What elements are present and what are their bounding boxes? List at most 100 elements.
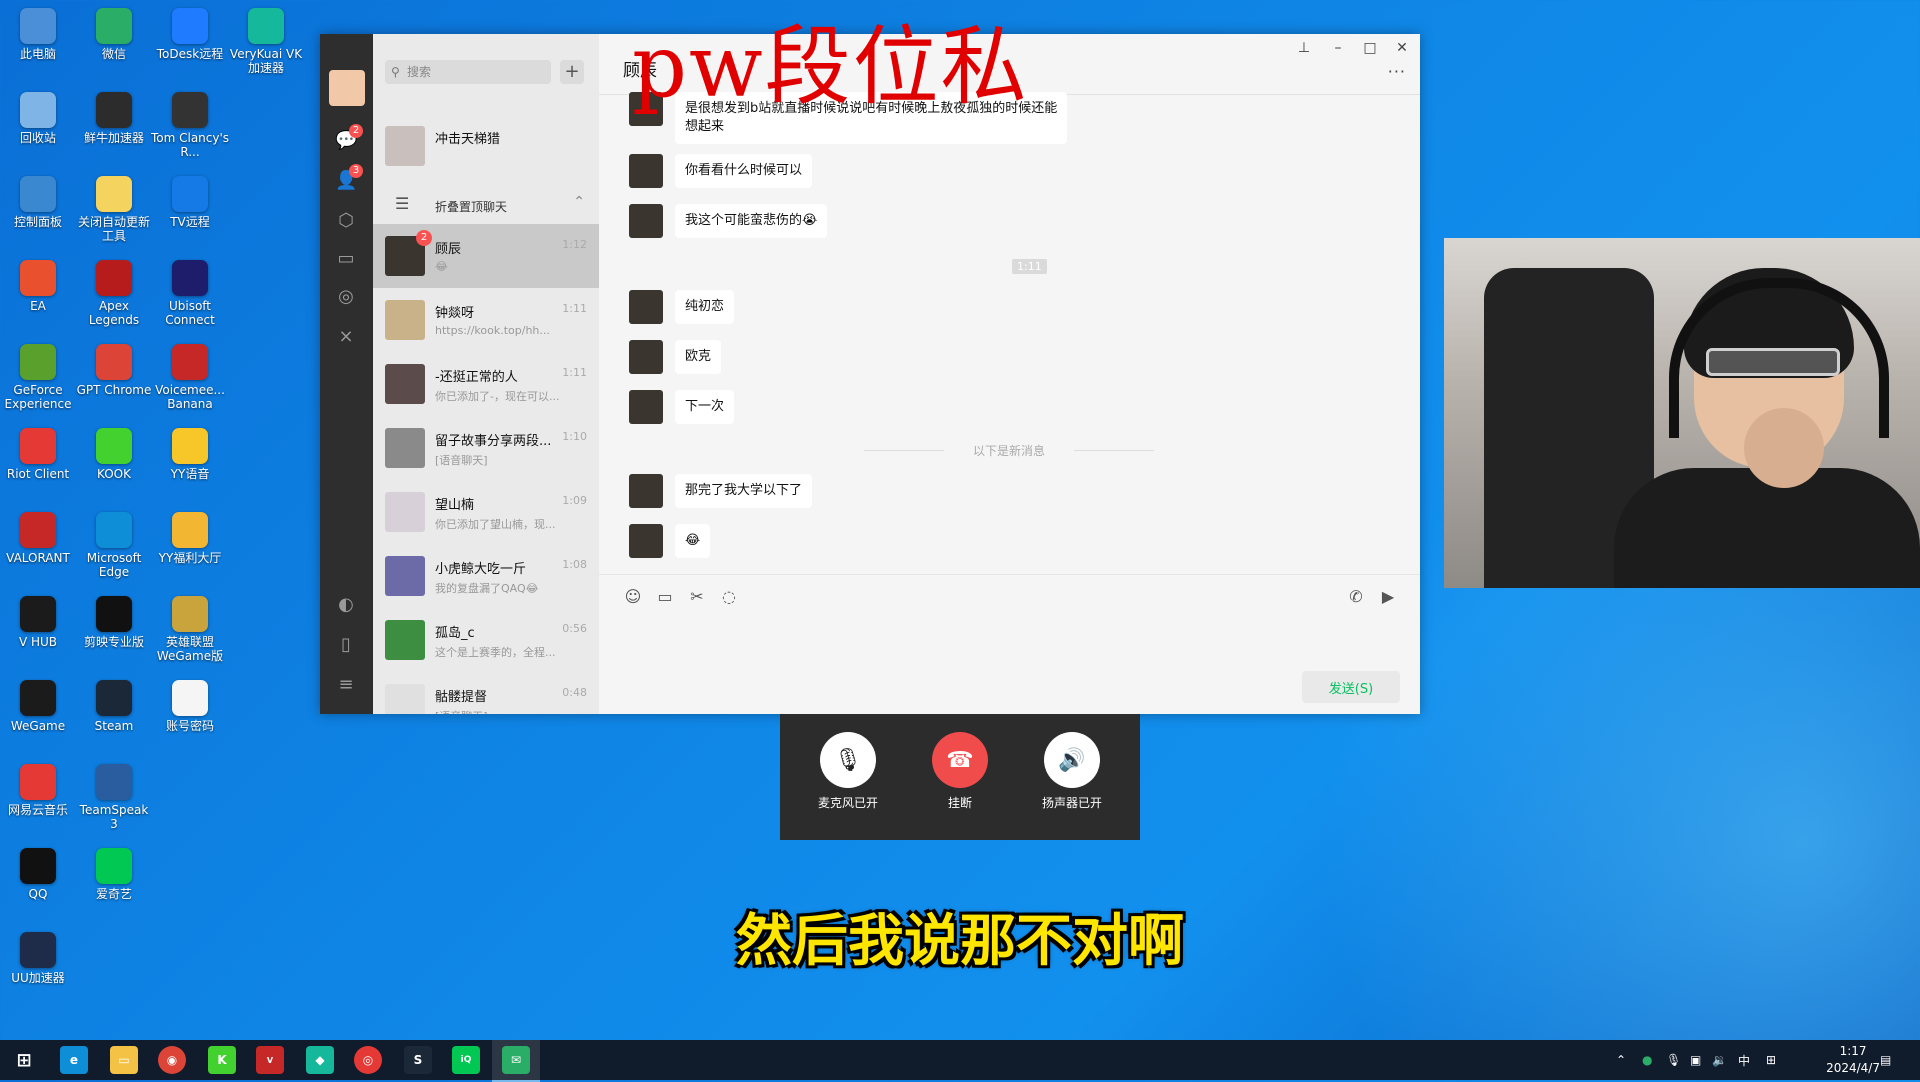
- desktop-icon[interactable]: 微信: [74, 4, 154, 61]
- desktop-icon[interactable]: 此电脑: [0, 4, 78, 61]
- moments-icon[interactable]: ◎: [335, 286, 357, 308]
- desktop-icon[interactable]: Voicemee... Banana: [150, 340, 230, 411]
- desktop-icon-label: GPT Chrome: [76, 383, 152, 397]
- desktop-icon[interactable]: QQ: [0, 844, 78, 901]
- desktop-icon[interactable]: Steam: [74, 676, 154, 733]
- tray-network-icon[interactable]: ▣: [1690, 1040, 1701, 1080]
- favorites-icon[interactable]: ⬡: [335, 210, 357, 232]
- desktop-icon-label: 网易云音乐: [7, 803, 68, 817]
- miniprogram-icon[interactable]: ⨯: [335, 326, 357, 348]
- more-options-button[interactable]: ···: [1388, 62, 1406, 81]
- glasses: [1706, 348, 1840, 376]
- desktop-icon[interactable]: Ubisoft Connect: [150, 256, 230, 327]
- desktop-icon[interactable]: 英雄联盟WeGame版: [150, 592, 230, 663]
- wechat-taskbar-button[interactable]: ✉: [492, 1040, 540, 1082]
- voice-call-icon[interactable]: ✆: [1346, 587, 1366, 607]
- desktop-icon[interactable]: VALORANT: [0, 508, 78, 565]
- watermark-text: pw段位私: [632, 17, 1029, 117]
- conversation-item[interactable]: 留子故事分享两段... 1:10 [语音聊天]: [373, 416, 599, 480]
- desktop-icon[interactable]: 账号密码: [150, 676, 230, 733]
- desktop-icon[interactable]: 鲜牛加速器: [74, 88, 154, 145]
- kook-icon[interactable]: K: [208, 1046, 236, 1074]
- conversation-item[interactable]: 钟燚呀 1:11 https://kook.top/hh...: [373, 288, 599, 352]
- chat-icon[interactable]: 💬 2: [335, 124, 363, 152]
- notification-icon[interactable]: ▤: [1880, 1040, 1891, 1080]
- start-windows-icon[interactable]: ⊞: [10, 1046, 38, 1074]
- desktop-icon[interactable]: KOOK: [74, 424, 154, 481]
- mic-toggle-button[interactable]: 🎙 麦克风已开: [808, 732, 888, 811]
- voicemeeter-icon[interactable]: V: [256, 1046, 284, 1074]
- hangup-button[interactable]: ☎ 挂断: [920, 732, 1000, 811]
- chat-history-icon[interactable]: ◌: [719, 587, 739, 607]
- desktop-icon[interactable]: 控制面板: [0, 172, 78, 229]
- conversation-item[interactable]: 2 顾辰 1:12 😂: [373, 224, 599, 288]
- desktop-icon[interactable]: WeGame: [0, 676, 78, 733]
- desktop-icon[interactable]: GeForce Experience: [0, 340, 78, 411]
- chrome-icon[interactable]: ◉: [158, 1046, 186, 1074]
- desktop-icon[interactable]: V HUB: [0, 592, 78, 649]
- tray-mic-icon[interactable]: 🎙: [1666, 1040, 1681, 1080]
- speaker-toggle-button[interactable]: 🔊 扬声器已开: [1032, 732, 1112, 811]
- conversation-item[interactable]: -还挺正常的人 1:11 你已添加了-，现在可以...: [373, 352, 599, 416]
- conversation-item[interactable]: 小虎鲸大吃一斤 1:08 我的复盘漏了QAQ😂: [373, 544, 599, 608]
- desktop-icon[interactable]: Microsoft Edge: [74, 508, 154, 579]
- desktop-icon[interactable]: 关闭自动更新工具: [74, 172, 154, 243]
- conversation-name: 冲击天梯猎: [435, 132, 501, 147]
- pin-icon[interactable]: ⊥: [1294, 40, 1314, 56]
- desktop-icon[interactable]: YY语音: [150, 424, 230, 481]
- desktop-icon[interactable]: Tom Clancy's R...: [150, 88, 230, 159]
- add-chat-button[interactable]: +: [560, 60, 584, 84]
- desktop-icon[interactable]: 爱奇艺: [74, 844, 154, 901]
- conversation-item[interactable]: 骷髅提督 0:48 [语音聊天]: [373, 672, 599, 714]
- desktop-icon[interactable]: YY福利大厅: [150, 508, 230, 565]
- desktop-icon[interactable]: TV远程: [150, 172, 230, 229]
- desktop-icon[interactable]: 剪映专业版: [74, 592, 154, 649]
- phone-icon[interactable]: ▯: [335, 634, 357, 656]
- channels-icon[interactable]: ◐: [335, 594, 357, 616]
- desktop-icon[interactable]: GPT Chrome: [74, 340, 154, 397]
- tray-volume-icon[interactable]: 🔉: [1712, 1040, 1727, 1080]
- chevron-up-icon[interactable]: ⌃: [573, 194, 585, 210]
- desktop-icon[interactable]: 网易云音乐: [0, 760, 78, 817]
- contacts-icon[interactable]: 👤 3: [335, 164, 363, 192]
- scissors-icon[interactable]: ✂: [687, 587, 707, 607]
- settings-menu-icon[interactable]: ≡: [335, 674, 357, 696]
- netease-music-icon[interactable]: ◎: [354, 1046, 382, 1074]
- conversation-item[interactable]: 望山楠 1:09 你已添加了望山楠，现...: [373, 480, 599, 544]
- desktop-icon[interactable]: Apex Legends: [74, 256, 154, 327]
- tray-overflow-icon[interactable]: ⌃: [1616, 1040, 1626, 1080]
- app-icon: [172, 8, 208, 44]
- maximize-icon[interactable]: □: [1360, 40, 1380, 56]
- files-icon[interactable]: ▭: [335, 248, 357, 270]
- input-area[interactable]: ☺ ▭ ✂ ◌ ✆ ▶ 发送(S): [599, 574, 1420, 715]
- app-icon: [172, 512, 208, 548]
- conversation-item[interactable]: 冲击天梯猎: [373, 114, 599, 178]
- file-explorer-icon[interactable]: ▭: [110, 1046, 138, 1074]
- taskbar-clock[interactable]: 1:17 2024/4/7: [1826, 1043, 1880, 1077]
- user-avatar[interactable]: [329, 70, 365, 106]
- verykuai-icon[interactable]: ◆: [306, 1046, 334, 1074]
- desktop-icon[interactable]: VeryKuai VK加速器: [226, 4, 306, 75]
- video-call-icon[interactable]: ▶: [1378, 587, 1398, 607]
- desktop-icon[interactable]: EA: [0, 256, 78, 313]
- tray-wechat-icon[interactable]: ●: [1642, 1040, 1652, 1080]
- search-input[interactable]: ⚲ 搜索: [385, 60, 551, 84]
- desktop-icon[interactable]: 回收站: [0, 88, 78, 145]
- desktop-icon-label: 剪映专业版: [83, 635, 144, 649]
- desktop-icon[interactable]: ToDesk远程: [150, 4, 230, 61]
- desktop-icon-label: Riot Client: [6, 467, 70, 481]
- folder-icon[interactable]: ▭: [655, 587, 675, 607]
- ime-indicator[interactable]: 中: [1738, 1040, 1750, 1080]
- conversation-item[interactable]: 孤岛_c 0:56 这个是上赛季的，全程...: [373, 608, 599, 672]
- desktop-icon[interactable]: TeamSpeak 3: [74, 760, 154, 831]
- steam-icon[interactable]: S: [404, 1046, 432, 1074]
- close-icon[interactable]: ✕: [1392, 40, 1412, 56]
- ime-mode-icon[interactable]: ⊞: [1766, 1040, 1776, 1080]
- iqiyi-icon[interactable]: iQ: [452, 1046, 480, 1074]
- minimize-icon[interactable]: –: [1328, 40, 1348, 56]
- emoji-icon[interactable]: ☺: [623, 587, 643, 607]
- send-button[interactable]: 发送(S): [1302, 671, 1400, 703]
- desktop-icon[interactable]: Riot Client: [0, 424, 78, 481]
- conversation-preview: 你已添加了-，现在可以...: [435, 390, 560, 403]
- edge-icon[interactable]: e: [60, 1046, 88, 1074]
